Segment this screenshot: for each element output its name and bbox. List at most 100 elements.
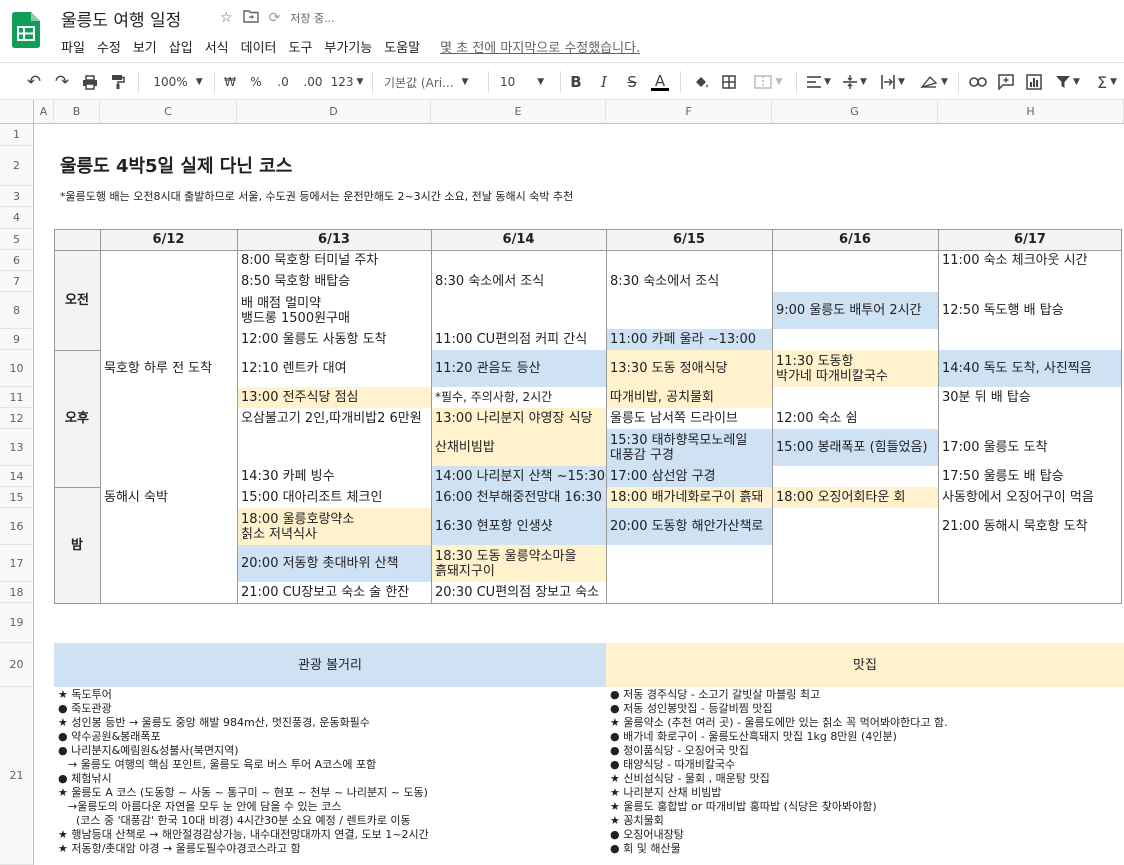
row-header-20[interactable]: 20 — [0, 643, 34, 687]
row-header-6[interactable]: 6 — [0, 250, 34, 271]
period-afternoon[interactable]: 오후 — [54, 350, 100, 487]
undo-icon[interactable]: ↶ — [22, 63, 46, 101]
borders-icon[interactable] — [718, 63, 740, 101]
date-header-616[interactable]: 6/16 — [772, 229, 938, 250]
column-header-f[interactable]: F — [606, 100, 772, 124]
schedule-cell[interactable]: 8:00 묵호항 터미널 주차 — [237, 250, 431, 271]
font-size-select[interactable]: 10 ▼ — [496, 63, 552, 101]
schedule-cell[interactable]: 13:30 도동 정애식당 — [606, 350, 772, 387]
row-header-15[interactable]: 15 — [0, 487, 34, 508]
column-header-e[interactable]: E — [431, 100, 606, 124]
row-header-3[interactable]: 3 — [0, 186, 34, 207]
row-header-4[interactable]: 4 — [0, 207, 34, 229]
schedule-cell[interactable]: 14:40 독도 도착, 사진찍음 — [938, 350, 1122, 387]
schedule-cell[interactable]: 13:00 전주식당 점심 — [237, 387, 431, 408]
sights-header[interactable]: 관광 볼거리 — [54, 643, 606, 687]
row-header-5[interactable]: 5 — [0, 229, 34, 250]
row-header-7[interactable]: 7 — [0, 271, 34, 292]
redo-icon[interactable]: ↷ — [50, 63, 74, 101]
schedule-cell[interactable]: 12:00 울릉도 사동항 도착 — [237, 329, 431, 350]
paint-format-icon[interactable] — [106, 63, 130, 101]
schedule-cell[interactable]: 8:50 묵호항 배탑승 — [237, 271, 431, 292]
schedule-cell[interactable]: 15:00 대아리조트 체크인 — [237, 487, 431, 508]
fill-color-icon[interactable] — [690, 63, 712, 101]
column-header-h[interactable]: H — [938, 100, 1124, 124]
c612-night[interactable]: 동해시 숙박 — [100, 487, 237, 508]
functions-icon[interactable]: Σ ▼ — [1092, 63, 1122, 101]
schedule-cell[interactable]: 17:50 울릉도 배 탑승 — [938, 466, 1122, 487]
schedule-cell[interactable]: 18:00 오징어회타운 회 — [772, 487, 938, 508]
row-header-14[interactable]: 14 — [0, 466, 34, 487]
c612-afternoon[interactable]: 묵호항 하루 전 도착 — [100, 350, 237, 387]
strikethrough-icon[interactable]: S — [622, 63, 642, 101]
date-header-615[interactable]: 6/15 — [606, 229, 772, 250]
date-header-617[interactable]: 6/17 — [938, 229, 1122, 250]
column-header-a[interactable]: A — [34, 100, 54, 124]
sheet-note[interactable]: *울릉도행 배는 오전8시대 출발하므로 서울, 수도권 등에서는 운전만해도 … — [54, 186, 954, 207]
column-header-d[interactable]: D — [237, 100, 431, 124]
sheets-logo-icon[interactable] — [12, 12, 40, 48]
row-header-17[interactable]: 17 — [0, 545, 34, 582]
text-wrapping-icon[interactable]: ▼ — [878, 63, 908, 101]
row-header-18[interactable]: 18 — [0, 582, 34, 603]
menu-data[interactable]: 데이터 — [241, 37, 277, 56]
menu-help[interactable]: 도움말 — [384, 37, 420, 56]
row-header-21[interactable]: 21 — [0, 687, 34, 865]
italic-icon[interactable]: I — [594, 63, 614, 101]
horizontal-align-icon[interactable]: ▼ — [804, 63, 834, 101]
select-all-corner[interactable] — [0, 100, 34, 124]
print-icon[interactable] — [78, 63, 102, 101]
menu-tools[interactable]: 도구 — [289, 37, 313, 56]
sheet-title[interactable]: 울릉도 4박5일 실제 다닌 코스 — [54, 146, 754, 186]
schedule-cell[interactable]: 8:30 숙소에서 조식 — [606, 271, 772, 292]
schedule-cell[interactable]: 21:00 동해시 묵호항 도착 — [938, 508, 1122, 545]
row-header-2[interactable]: 2 — [0, 146, 34, 186]
schedule-cell[interactable]: 12:00 숙소 쉼 — [772, 408, 938, 429]
schedule-cell[interactable]: 11:20 관음도 등산 — [431, 350, 606, 387]
row-header-1[interactable]: 1 — [0, 124, 34, 146]
schedule-cell[interactable]: 11:00 CU편의점 커피 간식 — [431, 329, 606, 350]
row-header-8[interactable]: 8 — [0, 292, 34, 329]
menu-edit[interactable]: 수정 — [97, 37, 121, 56]
schedule-cell[interactable]: 따개비밥, 공치물회 — [606, 387, 772, 408]
schedule-cell[interactable]: 사동항에서 오징어구이 먹음 — [938, 487, 1122, 508]
star-icon[interactable]: ☆ — [220, 10, 233, 26]
vertical-align-icon[interactable]: ▼ — [840, 63, 870, 101]
last-edit-link[interactable]: 몇 초 전에 마지막으로 수정했습니다. — [440, 37, 640, 56]
period-morning[interactable]: 오전 — [54, 250, 100, 350]
schedule-cell[interactable]: 20:00 도동항 해안가산책로 — [606, 508, 772, 545]
insert-chart-icon[interactable] — [1022, 63, 1046, 101]
schedule-cell[interactable]: 12:10 렌트카 대여 — [237, 350, 431, 387]
date-header-614[interactable]: 6/14 — [431, 229, 606, 250]
column-header-b[interactable]: B — [54, 100, 100, 124]
text-rotation-icon[interactable]: ▼ — [916, 63, 952, 101]
schedule-cell[interactable]: 11:30 도동항 박가네 따개비칼국수 — [772, 350, 938, 387]
schedule-cell[interactable]: 11:00 카페 울라 ~13:00 — [606, 329, 772, 350]
schedule-cell[interactable]: 15:00 봉래폭포 (힘들었음) — [772, 429, 938, 466]
row-header-13[interactable]: 13 — [0, 429, 34, 466]
more-formats-select[interactable]: 123 ▼ — [330, 63, 364, 101]
schedule-cell[interactable]: 20:30 CU편의점 장보고 숙소 — [431, 582, 606, 603]
row-header-9[interactable]: 9 — [0, 329, 34, 350]
schedule-cell[interactable]: 18:30 도동 울릉약소마을 흙돼지구이 — [431, 545, 606, 582]
sights-list[interactable]: ★ 독도투어 ● 죽도관광 ★ 성인봉 등반 → 울릉도 중앙 해발 984m산… — [54, 688, 606, 865]
schedule-cell[interactable]: 9:00 울릉도 배투어 2시간 — [772, 292, 938, 329]
menu-file[interactable]: 파일 — [61, 37, 85, 56]
row-header-16[interactable]: 16 — [0, 508, 34, 545]
schedule-cell[interactable]: 21:00 CU장보고 숙소 술 한잔 — [237, 582, 431, 603]
row-header-12[interactable]: 12 — [0, 408, 34, 429]
move-folder-icon[interactable] — [242, 9, 259, 27]
schedule-cell[interactable]: 11:00 숙소 체크아웃 시간 — [938, 250, 1122, 271]
schedule-cell[interactable]: 30분 뒤 배 탑승 — [938, 387, 1122, 408]
period-night[interactable]: 밤 — [54, 487, 100, 603]
schedule-cell[interactable]: 14:30 카페 빙수 — [237, 466, 431, 487]
insert-link-icon[interactable] — [966, 63, 990, 101]
food-list[interactable]: ● 저동 경주식당 - 소고기 갈빗살 마블링 최고 ● 저동 성인봉맛집 - … — [606, 688, 1124, 865]
schedule-cell[interactable]: 12:50 독도행 배 탑승 — [938, 292, 1122, 329]
menu-view[interactable]: 보기 — [133, 37, 157, 56]
row-header-10[interactable]: 10 — [0, 350, 34, 387]
percent-format-button[interactable]: % — [246, 63, 266, 101]
merge-cells-icon[interactable]: ▼ — [748, 63, 788, 101]
schedule-cell[interactable]: 15:30 태하향목모노레일 대풍감 구경 — [606, 429, 772, 466]
schedule-cell[interactable]: 울릉도 남서쪽 드라이브 — [606, 408, 772, 429]
